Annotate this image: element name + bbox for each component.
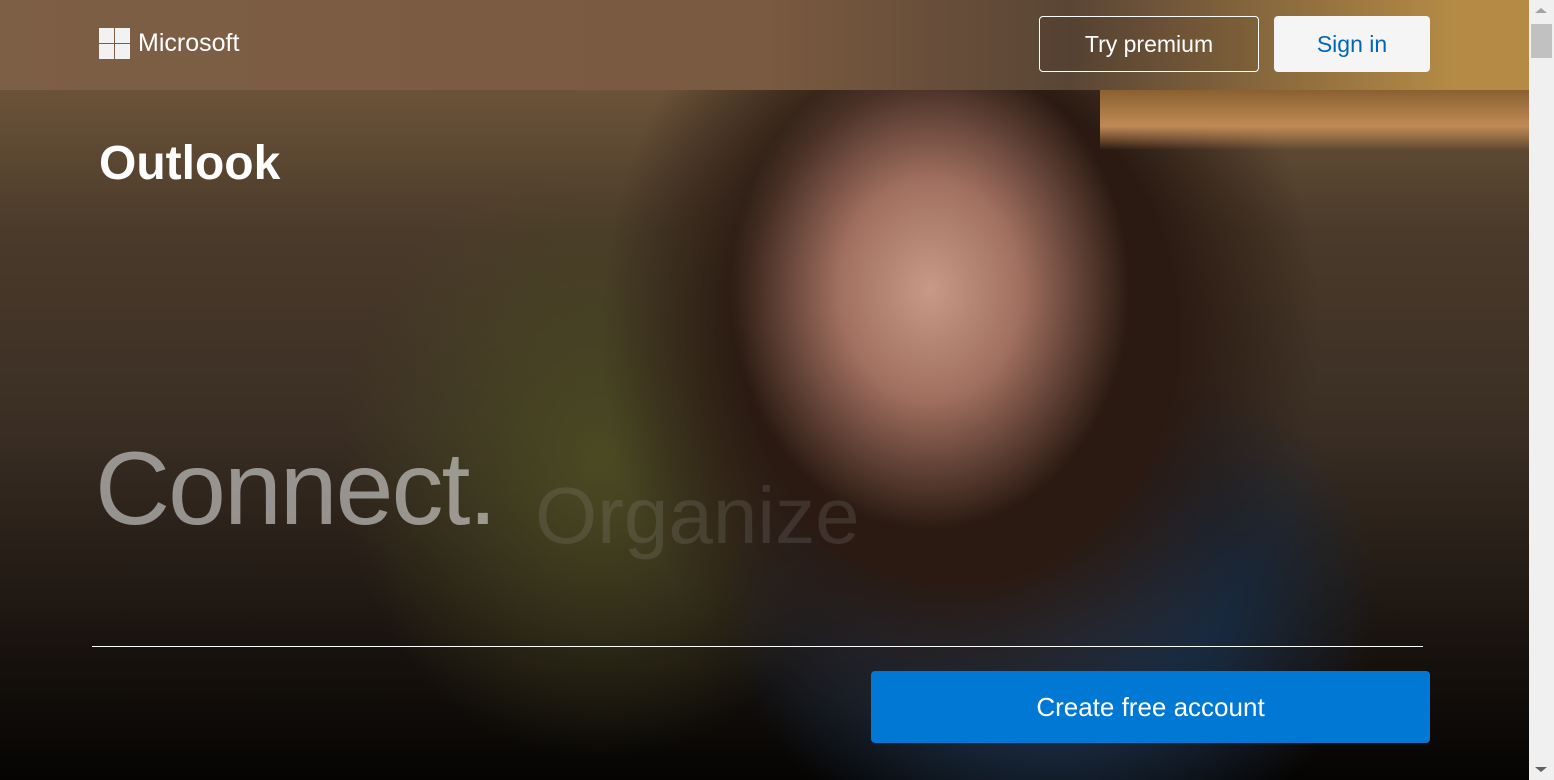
microsoft-logo[interactable]: Microsoft bbox=[99, 28, 239, 59]
divider bbox=[92, 646, 1423, 647]
headline-connect: Connect. bbox=[95, 431, 497, 547]
scrollbar-thumb[interactable] bbox=[1531, 24, 1552, 58]
headline-organize: Organize bbox=[535, 471, 860, 560]
background-light bbox=[1100, 90, 1529, 150]
create-free-account-button[interactable]: Create free account bbox=[871, 671, 1430, 743]
page-title: Outlook bbox=[99, 137, 281, 190]
microsoft-grid-icon bbox=[99, 28, 130, 59]
hero-background-image: Microsoft Try premium Sign in Outlook Co… bbox=[0, 0, 1529, 780]
scroll-down-icon[interactable] bbox=[1535, 767, 1547, 772]
try-premium-button[interactable]: Try premium bbox=[1039, 16, 1259, 72]
scroll-up-icon[interactable] bbox=[1535, 8, 1547, 13]
brand-name: Microsoft bbox=[138, 29, 240, 57]
vertical-scrollbar[interactable] bbox=[1529, 0, 1554, 780]
sign-in-button[interactable]: Sign in bbox=[1274, 16, 1430, 72]
